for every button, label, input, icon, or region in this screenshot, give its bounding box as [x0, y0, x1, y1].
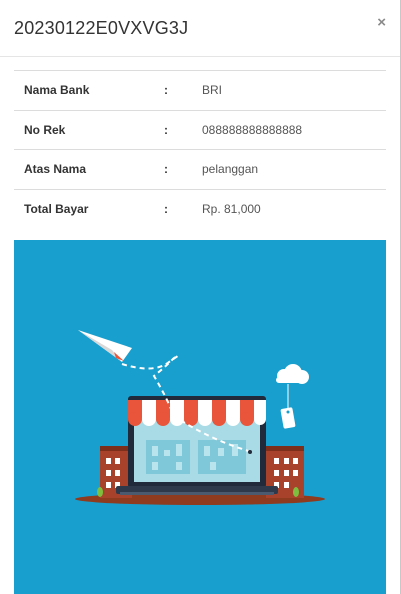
payment-details-table: Nama Bank : BRI No Rek : 088888888888888…	[14, 70, 386, 229]
separator: :	[154, 70, 192, 110]
bank-name-label: Nama Bank	[14, 70, 154, 110]
modal-header: 20230122E0VXVG3J ×	[0, 0, 401, 57]
separator: :	[154, 109, 192, 150]
table-row: Total Bayar : Rp. 81,000	[14, 188, 386, 229]
total-payment-label: Total Bayar	[14, 188, 154, 229]
table-row: Nama Bank : BRI	[14, 70, 386, 110]
payment-modal: 20230122E0VXVG3J × Nama Bank : BRI No Re…	[0, 0, 401, 594]
table-row: No Rek : 088888888888888	[14, 109, 386, 150]
account-number-label: No Rek	[14, 109, 154, 150]
modal-title: 20230122E0VXVG3J	[14, 18, 189, 38]
total-payment-value: Rp. 81,000	[192, 188, 386, 229]
close-button[interactable]: ×	[377, 14, 386, 31]
account-number-value: 088888888888888	[192, 109, 386, 150]
separator: :	[154, 149, 192, 189]
table-row: Atas Nama : pelanggan	[14, 149, 386, 189]
account-holder-label: Atas Nama	[14, 149, 154, 189]
separator: :	[154, 188, 192, 229]
online-store-icon	[75, 330, 325, 505]
account-holder-value: pelanggan	[192, 149, 386, 189]
bank-name-value: BRI	[192, 70, 386, 110]
payment-proof-image	[14, 240, 386, 594]
